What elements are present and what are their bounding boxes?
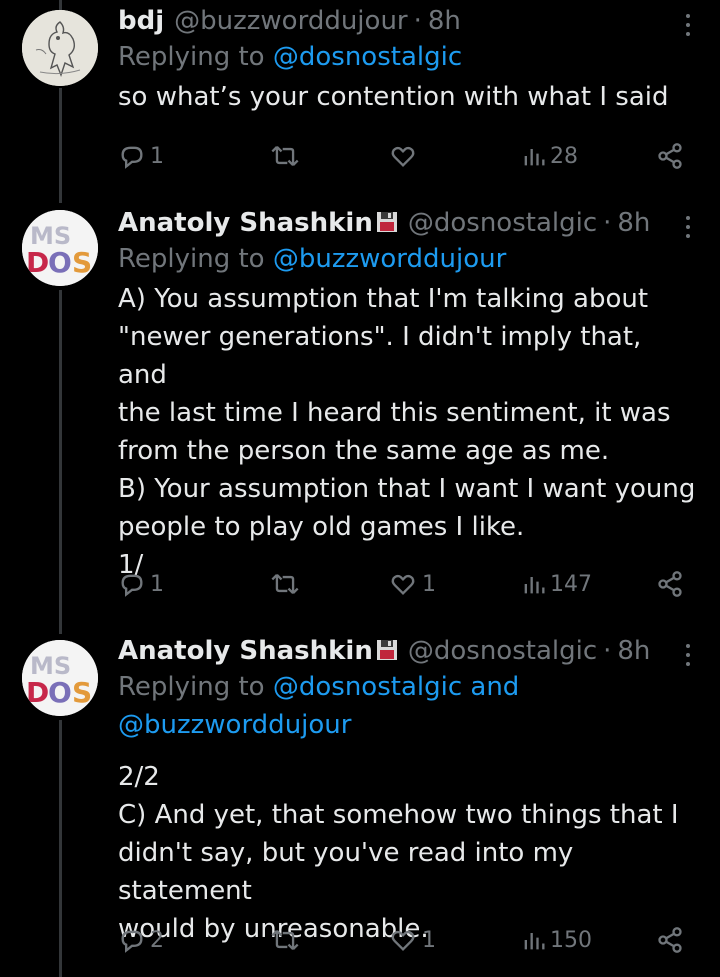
more-options-icon[interactable] [678, 210, 698, 244]
like-button[interactable]: 1 [388, 568, 436, 600]
reply-button[interactable]: 2 [118, 924, 164, 956]
more-options-icon[interactable] [678, 638, 698, 672]
display-name[interactable]: Anatoly Shashkin [118, 634, 373, 668]
view-count: 150 [550, 927, 592, 953]
view-count: 147 [550, 571, 592, 597]
separator: · [413, 6, 422, 36]
ms-dos-logo-avatar-image: MS D O S [22, 210, 98, 286]
tweet-text: so what’s your contention with what I sa… [118, 82, 669, 112]
share-button[interactable] [656, 924, 684, 956]
reply-icon [121, 146, 143, 169]
bird-cartoon-avatar-image [22, 10, 98, 86]
user-handle[interactable]: @dosnostalgic [408, 634, 597, 668]
timestamp[interactable]: 8h [617, 206, 650, 240]
svg-text:S: S [72, 246, 92, 279]
tweet-header: Anatoly Shashkin @dosnostalgic · 8h [118, 206, 698, 240]
reply-count: 1 [150, 571, 164, 597]
tweet-header: Anatoly Shashkin @dosnostalgic · 8h [118, 634, 698, 668]
replying-to-link[interactable]: @buzzworddujour [273, 244, 506, 274]
share-button[interactable] [656, 568, 684, 600]
user-handle[interactable]: @dosnostalgic [408, 206, 597, 240]
tweet-text: A) You assumption that I'm talking about… [118, 284, 696, 580]
floppy-disk-emoji [376, 640, 397, 660]
share-icon [658, 927, 682, 953]
like-icon [391, 146, 415, 167]
share-icon [658, 571, 682, 597]
reply-count: 2 [150, 927, 164, 953]
display-name[interactable]: bdj [118, 4, 164, 38]
like-icon [391, 930, 415, 951]
display-name[interactable]: Anatoly Shashkin [118, 206, 373, 240]
tweet[interactable]: bdj @buzzworddujour · 8h Replying to @do… [0, 0, 720, 200]
svg-text:D: D [26, 246, 49, 279]
views-icon [524, 149, 545, 166]
share-icon [658, 143, 682, 169]
timestamp[interactable]: 8h [617, 634, 650, 668]
replying-to: Replying to @dosnostalgic and @buzzwordd… [118, 668, 698, 744]
like-count: 1 [422, 927, 436, 953]
replying-to-label: Replying to [118, 244, 265, 274]
like-button[interactable]: 1 [388, 924, 436, 956]
tweet[interactable]: MS D O S Anatoly Shashkin @dosnostalgic … [0, 200, 720, 630]
replying-to-label: Replying to [118, 672, 265, 702]
separator: · [603, 208, 612, 238]
timestamp[interactable]: 8h [428, 4, 461, 38]
tweet-text: 2/2 C) And yet, that somehow two things … [118, 762, 679, 944]
retweet-button[interactable] [270, 140, 304, 172]
ms-dos-logo-avatar-image: MS D O S [22, 640, 98, 716]
retweet-button[interactable] [270, 924, 304, 956]
reply-count: 1 [150, 143, 164, 169]
tweet[interactable]: MS D O S Anatoly Shashkin @dosnostalgic … [0, 630, 720, 977]
reply-button[interactable]: 1 [118, 140, 164, 172]
replying-to: Replying to @dosnostalgic [118, 38, 698, 76]
replying-to-label: Replying to [118, 42, 265, 72]
replying-to-link[interactable]: @dosnostalgic [273, 42, 462, 72]
tweet-header: bdj @buzzworddujour · 8h [118, 4, 698, 38]
svg-text:D: D [26, 676, 49, 709]
views-icon [524, 577, 545, 594]
replying-to-link[interactable]: @dosnostalgic and [273, 672, 519, 702]
action-bar: 2 1 150 [118, 924, 698, 956]
like-button[interactable] [388, 140, 422, 172]
view-count: 28 [550, 143, 578, 169]
svg-text:S: S [72, 676, 92, 709]
views-icon [524, 933, 545, 950]
action-bar: 1 28 [118, 140, 698, 172]
retweet-button[interactable] [270, 568, 304, 600]
reply-icon [121, 574, 143, 597]
avatar[interactable]: MS D O S [22, 210, 98, 286]
share-button[interactable] [656, 140, 684, 172]
like-icon [391, 574, 415, 595]
replying-to-link[interactable]: @buzzworddujour [118, 710, 351, 740]
views-button[interactable]: 147 [522, 568, 592, 600]
like-count: 1 [422, 571, 436, 597]
user-handle[interactable]: @buzzworddujour [174, 4, 407, 38]
svg-text:O: O [48, 676, 72, 709]
retweet-icon [271, 573, 299, 595]
retweet-icon [271, 929, 299, 951]
separator: · [603, 636, 612, 666]
more-options-icon[interactable] [678, 8, 698, 42]
floppy-disk-emoji [376, 212, 397, 232]
avatar[interactable] [22, 10, 98, 86]
retweet-icon [271, 145, 299, 167]
avatar[interactable]: MS D O S [22, 640, 98, 716]
reply-icon [121, 930, 143, 953]
replying-to: Replying to @buzzworddujour [118, 240, 698, 278]
views-button[interactable]: 28 [522, 140, 578, 172]
svg-text:O: O [48, 246, 72, 279]
views-button[interactable]: 150 [522, 924, 592, 956]
reply-button[interactable]: 1 [118, 568, 164, 600]
action-bar: 1 1 147 [118, 568, 698, 600]
